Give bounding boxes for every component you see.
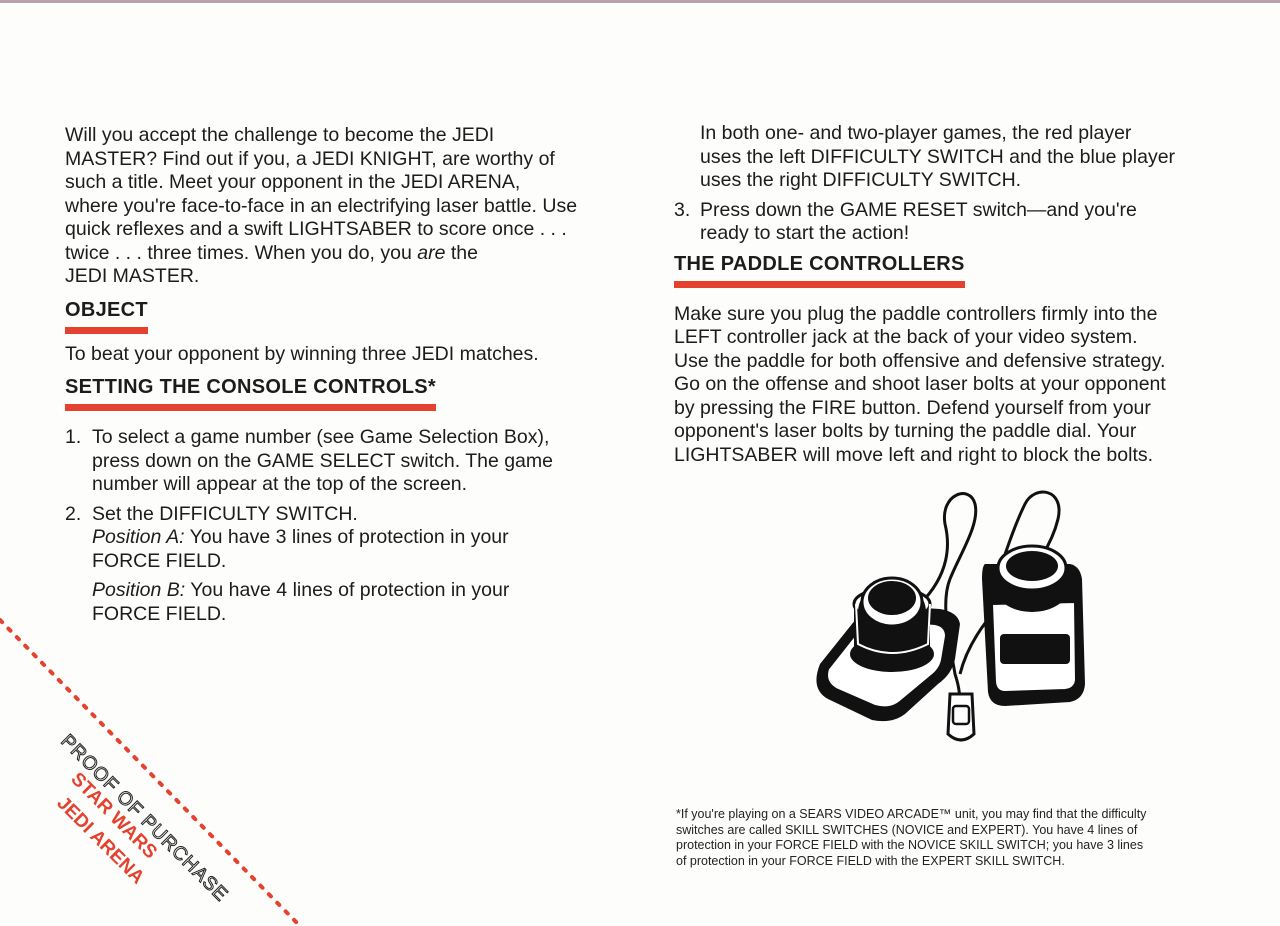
intro-line: Will you accept the challenge to become … <box>65 124 495 146</box>
position-b-label: Position B: <box>92 579 186 601</box>
top-border <box>0 0 1280 3</box>
paddle-paragraph: Make sure you plug the paddle controller… <box>674 303 1254 468</box>
paddle-line: Use the paddle for both offensive and de… <box>674 349 1166 372</box>
position-a-text: You have 3 lines of protection in your <box>184 526 509 548</box>
console-steps-list-cont: 3. Press down the GAME RESET switch—and … <box>674 199 1254 246</box>
intro-line: such a title. Meet your opponent in the … <box>65 171 521 193</box>
intro-emphasis: are <box>417 241 446 264</box>
object-heading: OBJECT <box>65 298 148 334</box>
position-a-label: Position A: <box>92 526 185 548</box>
footnote-line: *If you're playing on a SEARS VIDEO ARCA… <box>676 807 1147 821</box>
paddle-line: by pressing the FIRE button. Defend your… <box>674 396 1151 419</box>
continuation-line: In both one- and two-player games, the r… <box>700 122 1132 144</box>
continuation-line: uses the right DIFFICULTY SWITCH. <box>700 169 1022 191</box>
list-item: 1. To select a game number (see Game Sel… <box>65 426 665 497</box>
plug-icon <box>946 692 976 742</box>
left-column: Will you accept the challenge to become … <box>65 124 665 632</box>
console-controls-heading: SETTING THE CONSOLE CONTROLS* <box>65 375 436 411</box>
paddle-controllers-illustration <box>816 490 1085 742</box>
step-line: To select a game number (see Game Select… <box>92 426 550 448</box>
paddle-line: LEFT controller jack at the back of your… <box>674 326 1138 348</box>
paddle-line: opponent's laser bolts by turning the pa… <box>674 420 1137 442</box>
footnote-line: switches are called SKILL SWITCHES (NOVI… <box>676 822 1138 837</box>
paddle-controllers-heading: THE PADDLE CONTROLLERS <box>674 252 965 288</box>
intro-paragraph: Will you accept the challenge to become … <box>65 124 665 289</box>
position-b-line: Position B: You have 4 lines of protecti… <box>92 579 665 603</box>
intro-text: the <box>445 241 478 264</box>
difficulty-continuation: In both one- and two-player games, the r… <box>674 122 1254 193</box>
footnote: *If you're playing on a SEARS VIDEO ARCA… <box>676 807 1256 869</box>
intro-line: JEDI MASTER. <box>65 265 200 287</box>
step-line: Set the DIFFICULTY SWITCH. <box>92 502 358 525</box>
step-number: 2. <box>65 502 82 525</box>
right-paddle-icon <box>982 544 1085 706</box>
position-a-line: Position A: You have 3 lines of protecti… <box>92 526 665 550</box>
continuation-line: uses the left DIFFICULTY SWITCH and the … <box>700 145 1176 168</box>
left-paddle-icon <box>816 576 960 722</box>
footnote-line: protection in your FORCE FIELD with the … <box>676 838 1144 852</box>
proof-of-purchase-corner: PROOF OF PURCHASE STAR WARS JEDI ARENA <box>0 618 302 926</box>
step-line: ready to start the action! <box>700 222 910 244</box>
paddle-line: Go on the offense and shoot laser bolts … <box>674 373 1166 395</box>
footnote-line: of protection in your FORCE FIELD with t… <box>676 853 1065 868</box>
position-a-line: FORCE FIELD. <box>92 549 227 572</box>
object-text: To beat your opponent by winning three J… <box>65 342 539 365</box>
step-line: press down on the GAME SELECT switch. Th… <box>92 449 553 472</box>
step-line: Press down the GAME RESET switch—and you… <box>700 198 1137 221</box>
intro-line: where you're face-to-face in an electrif… <box>65 194 578 217</box>
step-number: 1. <box>65 426 82 448</box>
position-b-text: You have 4 lines of protection in your <box>185 579 510 601</box>
list-item: 2. Set the DIFFICULTY SWITCH. Position A… <box>65 503 665 627</box>
intro-text: twice . . . three times. When you do, yo… <box>65 241 418 264</box>
intro-line: quick reflexes and a swift LIGHTSABER to… <box>65 218 567 240</box>
console-steps-list: 1. To select a game number (see Game Sel… <box>65 426 665 626</box>
cut-line <box>0 618 302 926</box>
intro-line: MASTER? Find out if you, a JEDI KNIGHT, … <box>65 147 555 170</box>
right-column: In both one- and two-player games, the r… <box>674 122 1254 467</box>
list-item: 3. Press down the GAME RESET switch—and … <box>674 199 1254 246</box>
intro-line: twice . . . three times. When you do, yo… <box>65 242 665 266</box>
paddle-line: Make sure you plug the paddle controller… <box>674 302 1158 325</box>
step-line: number will appear at the top of the scr… <box>92 473 468 495</box>
step-number: 3. <box>674 198 691 221</box>
paddle-line: LIGHTSABER will move left and right to b… <box>674 443 1154 466</box>
